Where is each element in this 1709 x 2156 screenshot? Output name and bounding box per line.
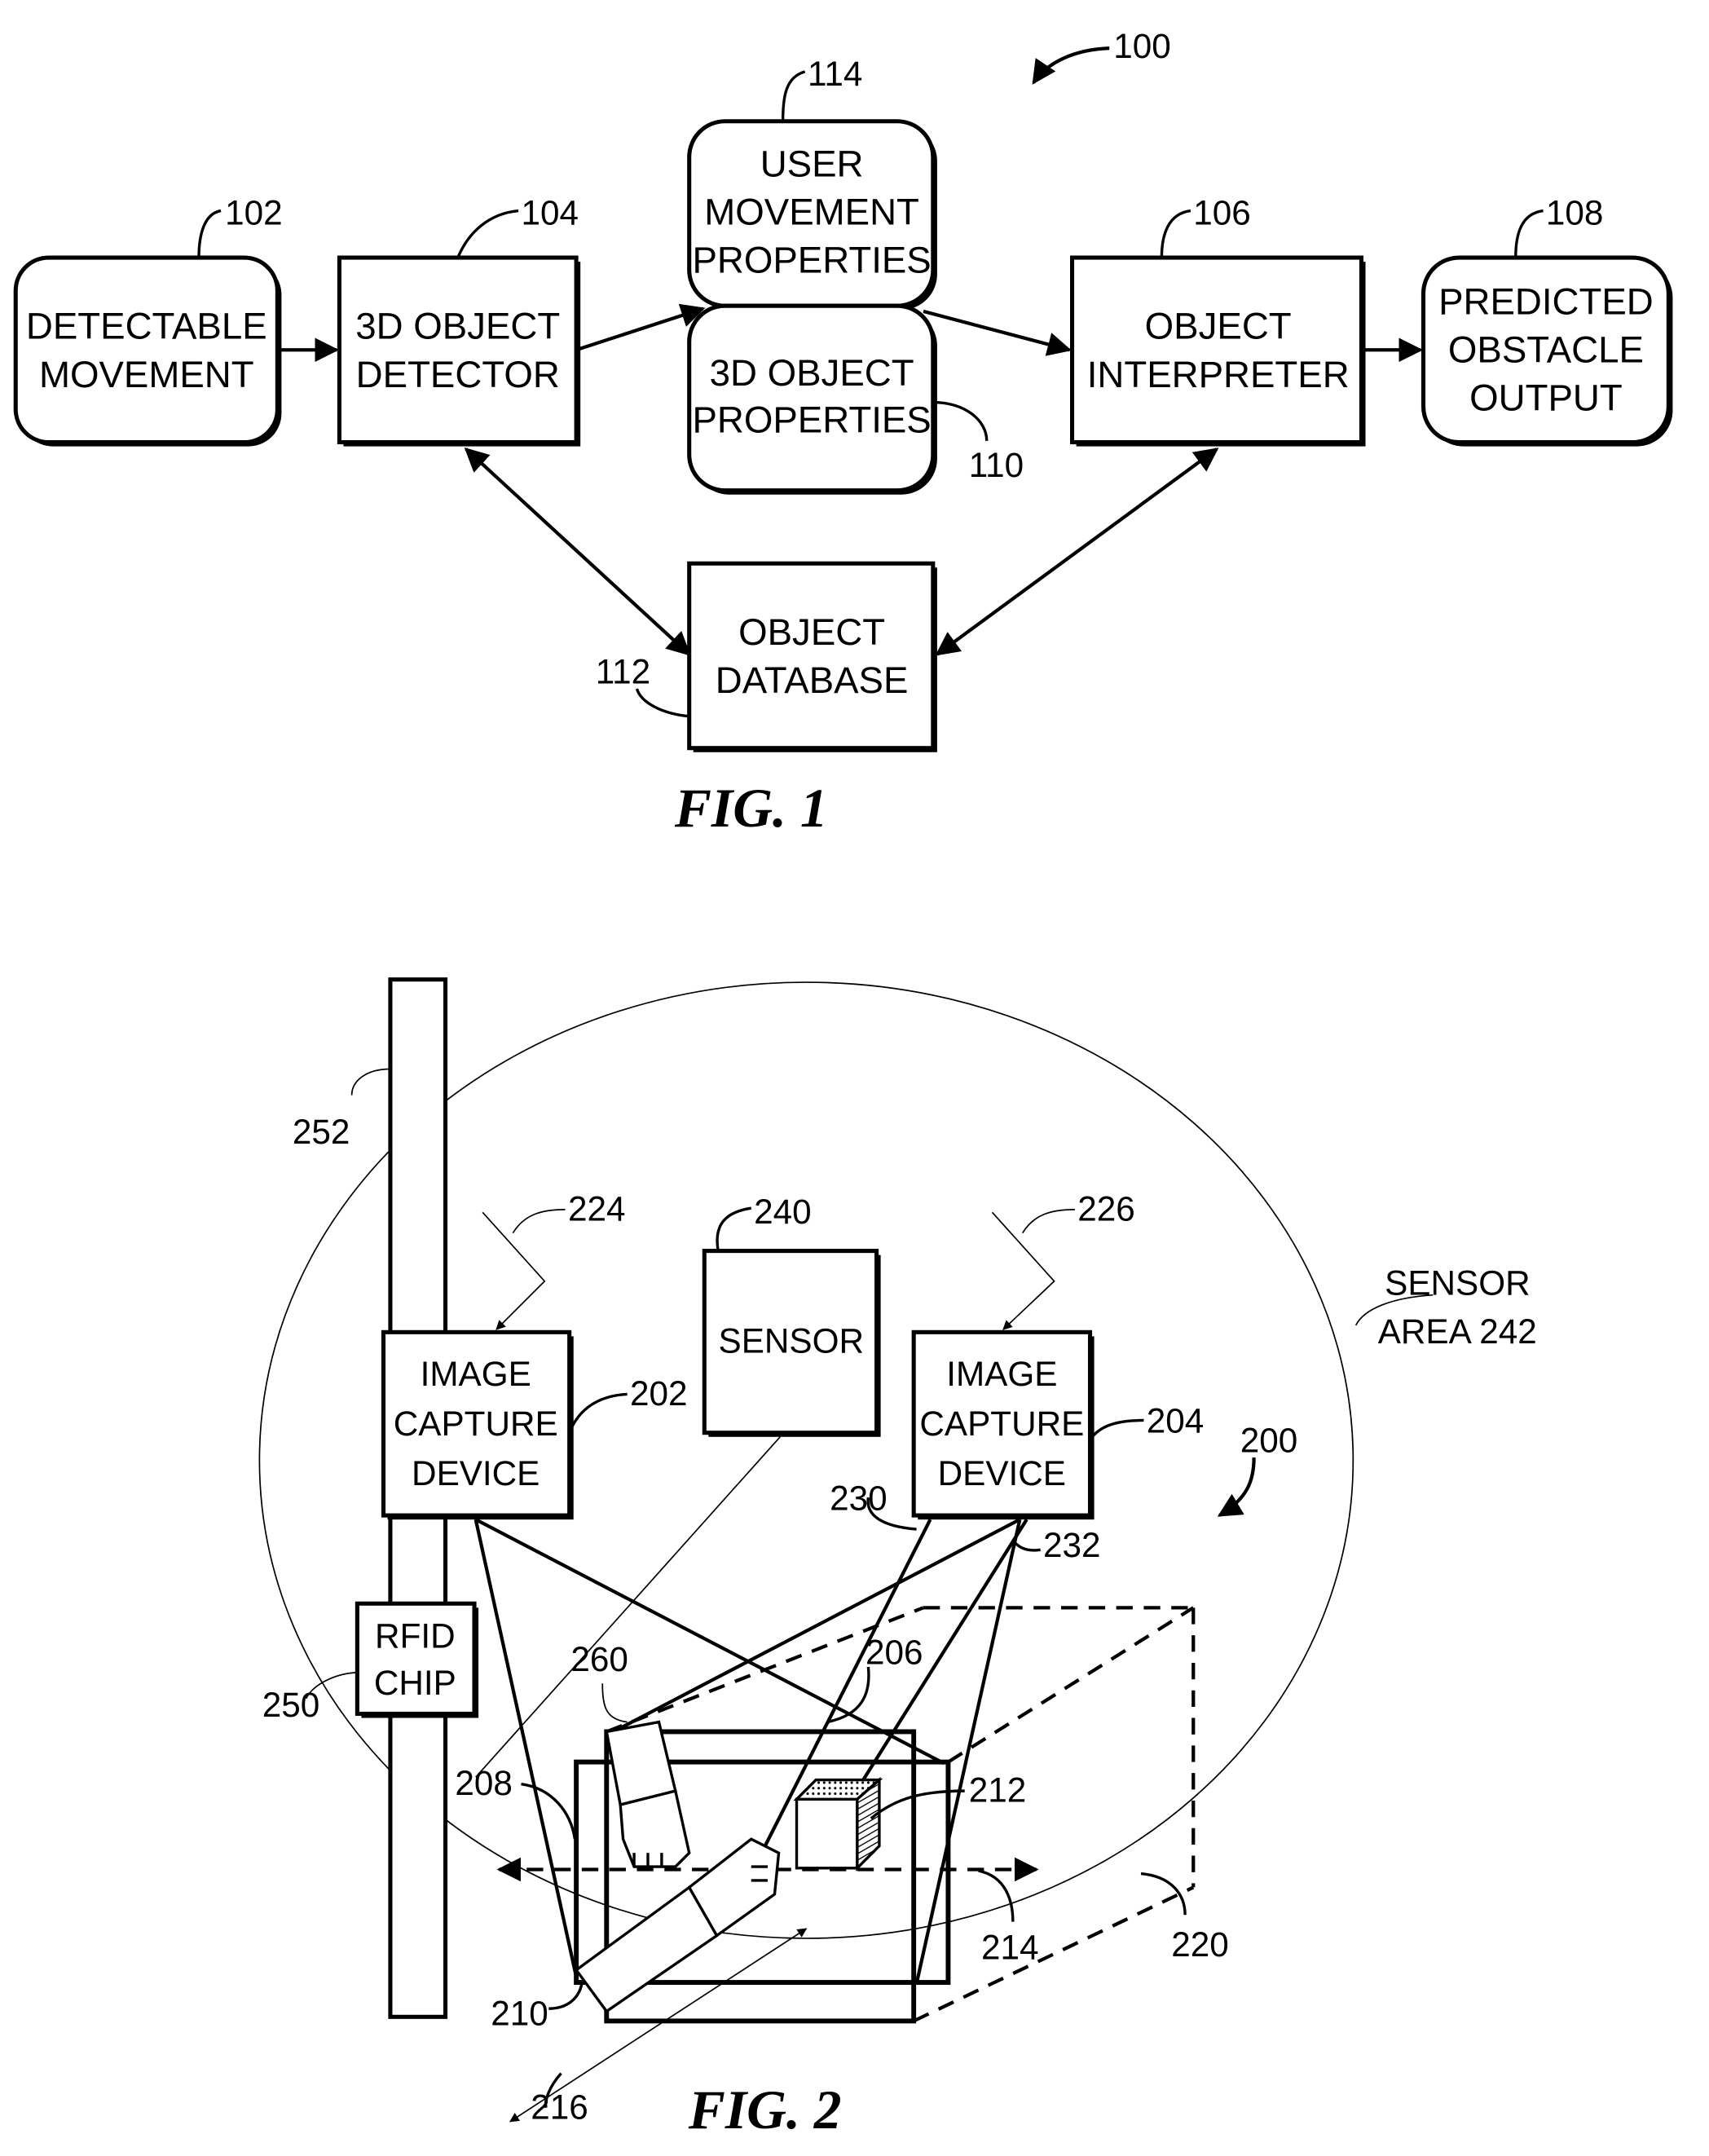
ref-112: 112	[596, 652, 650, 690]
block-predicted-obstacle-output: PREDICTED OBSTACLE OUTPUT 108	[1420, 193, 1673, 447]
ref-232: 232	[1043, 1526, 1101, 1564]
ref-260: 260	[570, 1640, 628, 1678]
figure-2-caption: FIG. 2	[688, 2079, 842, 2141]
block-label-line: INTERPRETER	[1087, 354, 1350, 395]
block-label-line: PREDICTED	[1438, 280, 1654, 322]
block-detectable-movement: DETECTABLE MOVEMENT 102	[13, 193, 283, 447]
ref-214: 214	[981, 1928, 1039, 1966]
arrow-properties-to-interpreter	[923, 309, 1073, 356]
hand-260: 260	[570, 1640, 691, 1868]
ref-220: 220	[1171, 1925, 1229, 1964]
block-label-line: MOVEMENT	[39, 354, 254, 395]
figure-1: 100 DETECTABLE MOVEMENT 102 3D OBJECT DE…	[13, 27, 1673, 839]
block-label-line: 3D OBJECT	[355, 306, 560, 347]
ref-250: 250	[262, 1686, 320, 1724]
block-object-database: OBJECT DATABASE 112	[596, 561, 937, 752]
block-label-line: DETECTABLE	[26, 306, 267, 347]
block-object-interpreter: OBJECT INTERPRETER 106	[1070, 193, 1366, 447]
patent-drawing-sheet: 100 DETECTABLE MOVEMENT 102 3D OBJECT DE…	[13, 27, 1673, 2141]
block-label-line: DETECTOR	[356, 354, 560, 395]
ref-206: 206	[866, 1634, 923, 1672]
rfid-chip: RFID CHIP 250	[262, 1601, 479, 1724]
ref-200: 200	[1240, 1421, 1298, 1459]
ref-108: 108	[1546, 193, 1604, 231]
sensor-label: SENSOR	[719, 1322, 864, 1360]
ref-212: 212	[969, 1771, 1027, 1810]
block-label-line: DATABASE	[716, 659, 909, 701]
sensor-area-label-line: SENSOR	[1385, 1264, 1530, 1303]
block-label-line: USER	[760, 143, 864, 184]
arrow-detector-to-properties	[575, 303, 706, 352]
ref-104: 104	[521, 193, 579, 231]
ref-106: 106	[1193, 193, 1251, 231]
image-capture-device-right: IMAGE CAPTURE DEVICE 204 226	[911, 1189, 1205, 1520]
figure-1-caption: FIG. 1	[674, 778, 828, 839]
device-label-line: IMAGE	[421, 1355, 531, 1393]
block-label-line: PROPERTIES	[692, 399, 931, 441]
ref-224: 224	[568, 1189, 626, 1228]
block-label-line: OBSTACLE	[1448, 328, 1644, 370]
sensor-area-label-line: AREA 242	[1378, 1312, 1537, 1351]
block-label-line: MOVEMENT	[704, 191, 919, 232]
device-label-line: DEVICE	[938, 1454, 1066, 1492]
rfid-label-line: RFID	[375, 1616, 456, 1655]
block-label-line: OUTPUT	[1469, 377, 1623, 419]
ref-226: 226	[1077, 1189, 1135, 1228]
ref-202: 202	[630, 1374, 688, 1413]
ref-110: 110	[969, 446, 1024, 484]
device-label-line: IMAGE	[946, 1355, 1057, 1393]
ref-208: 208	[455, 1764, 513, 1802]
device-label-line: CAPTURE	[919, 1404, 1084, 1443]
ref-100: 100	[1113, 27, 1171, 65]
ref-114: 114	[808, 55, 862, 93]
arrow-detector-database	[464, 447, 691, 656]
device-label-line: CAPTURE	[394, 1404, 558, 1443]
rfid-label-line: CHIP	[374, 1664, 456, 1702]
ref-240: 240	[754, 1193, 812, 1231]
signal-arrow-224	[482, 1211, 546, 1330]
ref-204: 204	[1147, 1402, 1205, 1440]
block-user-movement-properties: USER MOVEMENT PROPERTIES 114	[687, 55, 937, 311]
block-label-line: OBJECT	[738, 611, 885, 653]
block-3d-object-detector: 3D OBJECT DETECTOR 104	[337, 193, 581, 447]
figure-2: SENSOR AREA 242 252 RFID CHIP 250 SENSOR…	[258, 977, 1537, 2141]
block-label-line: OBJECT	[1145, 306, 1292, 347]
figure-1-reference: 100	[1032, 27, 1171, 85]
ref-102: 102	[225, 193, 283, 231]
ref-216: 216	[531, 2088, 588, 2126]
ref-210: 210	[491, 1994, 548, 2032]
block-3d-object-properties: 3D OBJECT PROPERTIES 110	[687, 303, 1024, 495]
ref-230: 230	[830, 1479, 888, 1517]
block-label-line: PROPERTIES	[692, 240, 931, 281]
signal-arrow-226	[991, 1211, 1055, 1330]
ref-252: 252	[293, 1113, 350, 1151]
device-label-line: DEVICE	[412, 1454, 540, 1492]
block-label-line: 3D OBJECT	[710, 352, 914, 394]
